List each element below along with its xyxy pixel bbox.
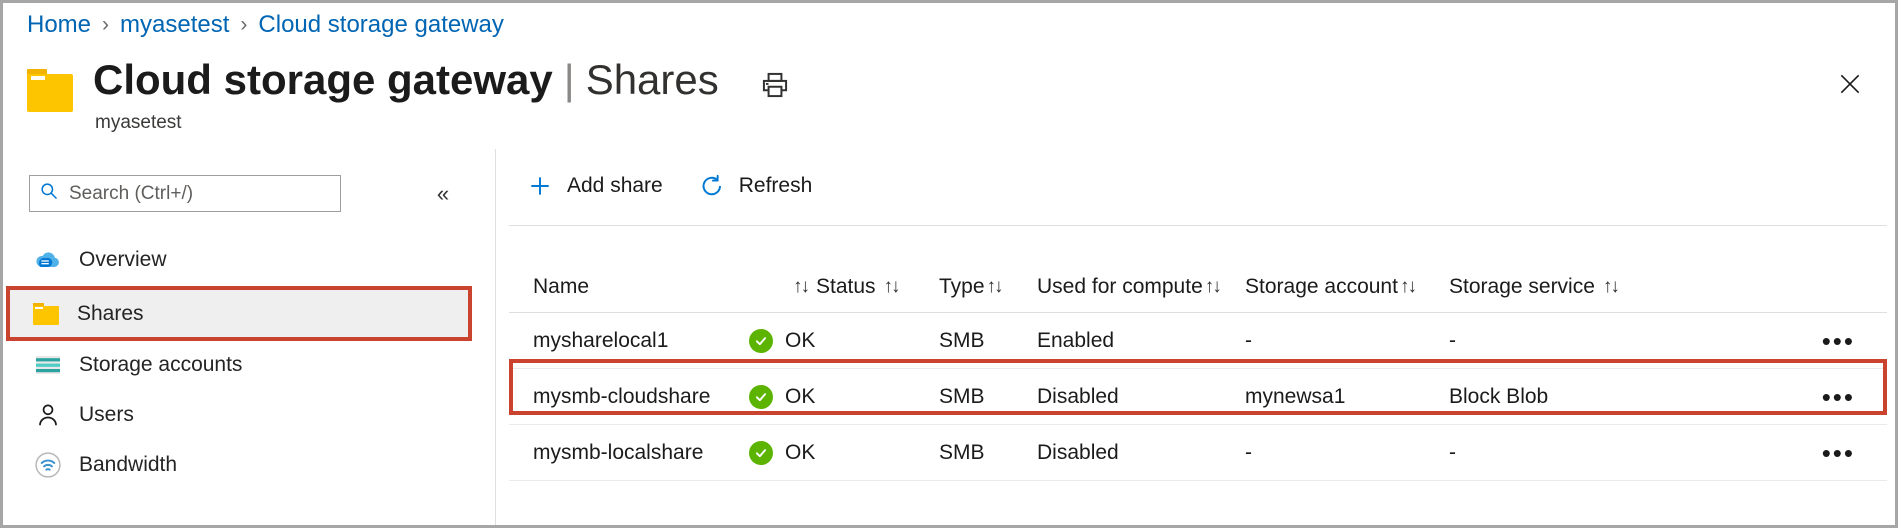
pane-divider xyxy=(495,149,496,525)
collapse-sidebar-icon[interactable]: « xyxy=(427,179,459,209)
table-row[interactable]: mysmb-cloudshare OK SMB Disabled mynewsa… xyxy=(509,369,1887,425)
add-share-button[interactable]: Add share xyxy=(525,171,663,201)
cell-name: mysmb-localshare xyxy=(509,441,749,465)
sort-icon: ↑↓ xyxy=(793,276,808,298)
close-icon[interactable] xyxy=(1829,63,1871,105)
sidebar-item-label: Shares xyxy=(77,302,144,326)
column-header-name[interactable]: Name xyxy=(509,275,749,299)
sidebar-item-label: Bandwidth xyxy=(79,453,177,477)
cell-used-for-compute: Enabled xyxy=(1037,329,1245,353)
sidebar-item-storage-accounts[interactable]: Storage accounts xyxy=(3,340,475,390)
cell-name: mysharelocal1 xyxy=(509,329,749,353)
column-header-storage-account[interactable]: Storage account ↑↓ xyxy=(1245,275,1449,299)
page-title-section: Shares xyxy=(586,55,719,104)
cell-storage-service: Block Blob xyxy=(1449,385,1681,409)
sidebar-nav: Overview Storage accounts User xyxy=(3,235,475,490)
search-icon xyxy=(39,181,59,206)
azure-portal-blade: Home › myasetest › Cloud storage gateway… xyxy=(0,0,1898,528)
sort-icon: ↑↓ xyxy=(1400,276,1415,298)
breadcrumb-item-cloud-storage-gateway[interactable]: Cloud storage gateway xyxy=(258,11,503,39)
page-title: Cloud storage gateway | Shares xyxy=(93,55,719,104)
refresh-label: Refresh xyxy=(739,174,813,198)
sort-icon: ↑↓ xyxy=(1205,276,1220,298)
cell-used-for-compute: Disabled xyxy=(1037,385,1245,409)
plus-icon xyxy=(525,171,555,201)
search-box[interactable] xyxy=(29,175,341,212)
refresh-button[interactable]: Refresh xyxy=(697,171,813,201)
sidebar-item-label: Storage accounts xyxy=(79,353,242,377)
print-icon[interactable] xyxy=(755,65,795,105)
status-ok-icon xyxy=(749,441,773,465)
breadcrumb-item-myasetest[interactable]: myasetest xyxy=(120,11,229,39)
sidebar-item-bandwidth[interactable]: Bandwidth xyxy=(3,440,475,490)
status-label: OK xyxy=(785,385,815,409)
cell-type: SMB xyxy=(939,385,1037,409)
add-share-label: Add share xyxy=(567,174,663,198)
status-label: OK xyxy=(785,441,815,465)
folder-icon xyxy=(33,303,59,325)
toolbar-divider xyxy=(509,225,1887,226)
sort-icon: ↑↓ xyxy=(987,276,1002,298)
page-title-separator: | xyxy=(564,55,575,104)
status-label: OK xyxy=(785,329,815,353)
breadcrumb-separator: › xyxy=(102,13,109,37)
command-bar: Add share Refresh xyxy=(525,171,812,201)
sidebar-item-users[interactable]: Users xyxy=(3,390,475,440)
storage-accounts-icon xyxy=(33,350,63,380)
sidebar-item-label: Overview xyxy=(79,248,167,272)
cell-storage-account: - xyxy=(1245,441,1449,465)
column-header-status[interactable]: ↑↓ Status ↑↓ xyxy=(749,275,939,299)
breadcrumb: Home › myasetest › Cloud storage gateway xyxy=(27,11,504,39)
column-header-type[interactable]: Type ↑↓ xyxy=(939,275,1037,299)
sort-icon: ↑↓ xyxy=(884,276,899,298)
cell-status: OK xyxy=(749,441,939,465)
page-header: Cloud storage gateway | Shares myasetest xyxy=(27,55,719,134)
cell-type: SMB xyxy=(939,329,1037,353)
cell-storage-service: - xyxy=(1449,329,1681,353)
page-subtitle: myasetest xyxy=(95,112,719,134)
user-icon xyxy=(33,400,63,430)
row-actions-icon[interactable]: ••• xyxy=(1822,392,1855,402)
table-row[interactable]: mysharelocal1 OK SMB Enabled - - ••• xyxy=(509,313,1887,369)
cell-type: SMB xyxy=(939,441,1037,465)
cloud-icon xyxy=(33,245,63,275)
refresh-icon xyxy=(697,171,727,201)
sidebar-item-shares[interactable]: Shares xyxy=(6,286,472,341)
row-actions-icon[interactable]: ••• xyxy=(1822,448,1855,458)
shares-table: Name ↑↓ Status ↑↓ Type ↑↓ Used for compu… xyxy=(509,261,1887,481)
status-ok-icon xyxy=(749,329,773,353)
folder-icon xyxy=(27,69,73,109)
cell-storage-account: mynewsa1 xyxy=(1245,385,1449,409)
table-row[interactable]: mysmb-localshare OK SMB Disabled - - ••• xyxy=(509,425,1887,481)
column-header-used-for-compute[interactable]: Used for compute ↑↓ xyxy=(1037,275,1245,299)
column-header-storage-service[interactable]: Storage service ↑↓ xyxy=(1449,275,1681,299)
page-title-resource: Cloud storage gateway xyxy=(93,55,553,104)
sidebar-item-label: Users xyxy=(79,403,134,427)
search-input[interactable] xyxy=(69,183,331,205)
cell-storage-account: - xyxy=(1245,329,1449,353)
cell-name: mysmb-cloudshare xyxy=(509,385,749,409)
cell-status: OK xyxy=(749,329,939,353)
row-actions-icon[interactable]: ••• xyxy=(1822,336,1855,346)
breadcrumb-item-home[interactable]: Home xyxy=(27,11,91,39)
sort-icon: ↑↓ xyxy=(1603,276,1618,298)
cell-storage-service: - xyxy=(1449,441,1681,465)
sidebar-item-overview[interactable]: Overview xyxy=(3,235,475,285)
table-header-row: Name ↑↓ Status ↑↓ Type ↑↓ Used for compu… xyxy=(509,261,1887,313)
cell-status: OK xyxy=(749,385,939,409)
bandwidth-icon xyxy=(33,450,63,480)
breadcrumb-separator: › xyxy=(240,13,247,37)
cell-used-for-compute: Disabled xyxy=(1037,441,1245,465)
status-ok-icon xyxy=(749,385,773,409)
